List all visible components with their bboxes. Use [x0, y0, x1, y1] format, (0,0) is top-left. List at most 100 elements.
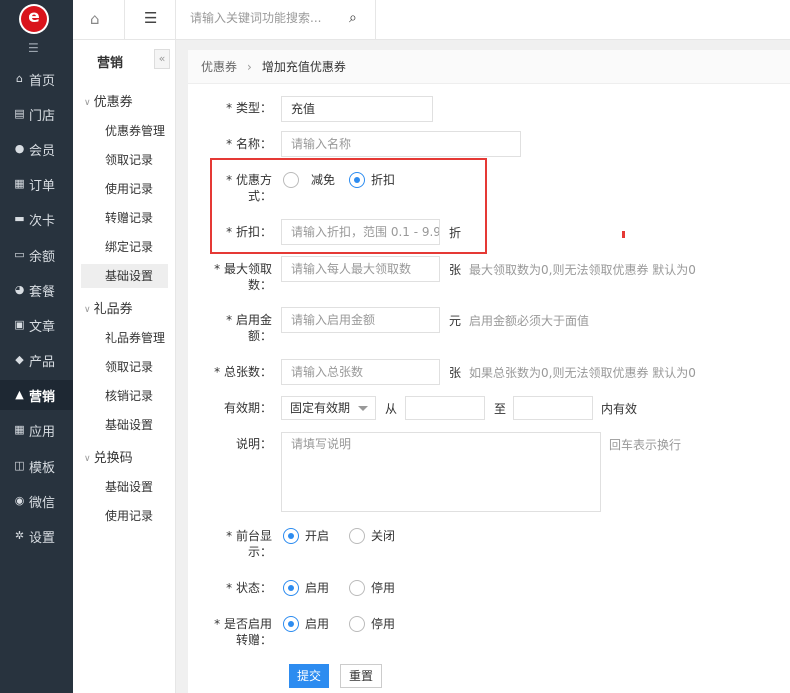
chevron-down-icon [358, 406, 368, 411]
subnav-group-label: 兑换码 [93, 451, 133, 466]
sidebar-item-label: 门店 [29, 108, 56, 124]
sidebar-item-product[interactable]: ◆ 产品 [0, 345, 73, 375]
type-value: 充值 [291, 102, 316, 116]
description-field[interactable] [281, 432, 601, 512]
radio-circle [283, 615, 299, 632]
validity-start-input[interactable] [405, 396, 485, 420]
sidebar-item-apps[interactable]: ▦ 应用 [0, 415, 73, 445]
breadcrumb-parent[interactable]: 优惠券 [201, 60, 237, 74]
max-receive-input[interactable] [291, 262, 439, 276]
radio-transfer-on[interactable]: 启用 [283, 615, 329, 632]
subnav-item[interactable]: 优惠券管理 [81, 119, 168, 143]
min-amount-input[interactable] [291, 313, 439, 327]
sidebar-item-label: 首页 [29, 73, 56, 89]
reset-button[interactable]: 重置 [340, 664, 382, 688]
subnav-item[interactable]: 领取记录 [81, 148, 168, 172]
sidebar-item-member[interactable]: ● 会员 [0, 134, 73, 164]
name-input[interactable] [291, 137, 520, 151]
min-amount-hint: 启用金额必须大于面值 [469, 314, 590, 328]
top-bar: ⌕ [176, 0, 790, 40]
subnav-group-label: 优惠券 [93, 95, 133, 110]
sidebar-item-settings[interactable]: ✲ 设置 [0, 521, 73, 551]
min-amount-field[interactable] [281, 307, 440, 333]
validity-end-input[interactable] [513, 396, 593, 420]
thumbs-up-icon: ▲ [15, 388, 24, 401]
gear-icon: ✲ [14, 529, 25, 542]
sidebar-item-label: 微信 [29, 495, 56, 511]
max-receive-label: * 最大领取 数： [208, 261, 272, 293]
brand-logo[interactable]: e [19, 4, 49, 34]
max-receive-field[interactable] [281, 256, 440, 282]
sidebar-item-wechat[interactable]: ◉ 微信 [0, 486, 73, 516]
chevron-down-icon: ∨ [84, 98, 91, 108]
sidebar-item-package[interactable]: ◕ 套餐 [0, 275, 73, 305]
subnav-group-coupon[interactable]: ∨ 优惠券 [84, 91, 133, 110]
radio-frontend-on[interactable]: 开启 [283, 527, 329, 544]
sidebar-item-template[interactable]: ◫ 模板 [0, 451, 73, 481]
sidebar-item-store[interactable]: ▤ 门店 [0, 99, 73, 129]
menu-icon[interactable]: ☰ [144, 9, 157, 27]
type-field[interactable]: 充值 [281, 96, 433, 122]
home-icon[interactable]: ⌂ [90, 10, 100, 28]
radio-status-off[interactable]: 停用 [349, 579, 395, 596]
sub-sidebar-header: ⌂ ☰ [73, 0, 176, 40]
main-sidebar: e ☰ ⌂ 首页 ▤ 门店 ● 会员 ▦ 订单 ▬ 次卡 ▭ 余额 ◕ 套餐 ▣ 文章 ◆ 产品 … [0, 0, 73, 693]
subnav-item[interactable]: 转赠记录 [81, 206, 168, 230]
subnav-item[interactable]: 使用记录 [81, 177, 168, 201]
order-icon: ▦ [14, 177, 25, 190]
sidebar-item-article[interactable]: ▣ 文章 [0, 310, 73, 340]
validity-to-label: 至 [494, 402, 507, 416]
name-field[interactable] [281, 131, 521, 157]
sidebar-item-home[interactable]: ⌂ 首页 [0, 64, 73, 94]
subnav-group-gift[interactable]: ∨ 礼品券 [84, 298, 133, 317]
radio-frontend-off[interactable]: 关闭 [349, 527, 395, 544]
wechat-icon: ◉ [14, 494, 25, 507]
radio-transfer-off[interactable]: 停用 [349, 615, 395, 632]
sidebar-item-label: 设置 [29, 530, 56, 546]
subnav-item[interactable]: 礼品券管理 [81, 326, 168, 350]
highlight-mark [622, 231, 625, 238]
validity-suffix: 内有效 [601, 402, 638, 416]
total-field[interactable] [281, 359, 440, 385]
frontend-label-line1: * 前台显 [226, 529, 272, 543]
min-amount-unit: 元 [449, 314, 462, 328]
card-icon: ▬ [14, 212, 25, 225]
subnav-group-redeem[interactable]: ∨ 兑换码 [84, 447, 133, 466]
sidebar-item-label: 套餐 [29, 284, 56, 300]
radio-circle [349, 579, 365, 596]
home-icon: ⌂ [16, 72, 23, 85]
submit-button[interactable]: 提交 [289, 664, 329, 688]
type-label: * 类型： [226, 101, 272, 115]
transfer-label-line1: * 是否启用 [214, 617, 272, 631]
total-unit: 张 [449, 366, 462, 380]
search-input[interactable] [190, 11, 350, 25]
sub-sidebar-fold-button[interactable]: « [154, 49, 170, 69]
subnav-item[interactable]: 领取记录 [81, 355, 168, 379]
radio-circle [349, 527, 365, 544]
subnav-item[interactable]: 基础设置 [81, 413, 168, 437]
sidebar-item-marketing[interactable]: ▲ 营销 [0, 380, 73, 410]
subnav-item[interactable]: 核销记录 [81, 384, 168, 408]
radio-circle [349, 615, 365, 632]
sidebar-item-order[interactable]: ▦ 订单 [0, 169, 73, 199]
search-icon[interactable]: ⌕ [349, 10, 357, 26]
subnav-item-active[interactable]: 基础设置 [81, 264, 168, 288]
radio-label: 启用 [305, 581, 330, 595]
radio-status-on[interactable]: 启用 [283, 579, 329, 596]
name-label: * 名称： [226, 137, 272, 151]
subnav-item[interactable]: 绑定记录 [81, 235, 168, 259]
sidebar-item-label: 产品 [29, 354, 56, 370]
sidebar-collapse-icon[interactable]: ☰ [28, 41, 39, 55]
subnav-item[interactable]: 基础设置 [81, 475, 168, 499]
sidebar-item-card[interactable]: ▬ 次卡 [0, 204, 73, 234]
max-receive-label-line1: * 最大领取 [214, 262, 272, 276]
sidebar-item-balance[interactable]: ▭ 余额 [0, 240, 73, 270]
max-receive-hint: 最大领取数为0,则无法领取优惠券 默认为0 [469, 263, 696, 277]
radio-label: 停用 [371, 617, 396, 631]
description-textarea[interactable] [291, 435, 600, 507]
total-hint: 如果总张数为0,则无法领取优惠券 默认为0 [469, 366, 696, 380]
total-input[interactable] [291, 365, 439, 379]
transfer-label-line2: 转赠： [235, 633, 272, 647]
validity-select[interactable]: 固定有效期 [281, 396, 376, 420]
subnav-item[interactable]: 使用记录 [81, 504, 168, 528]
